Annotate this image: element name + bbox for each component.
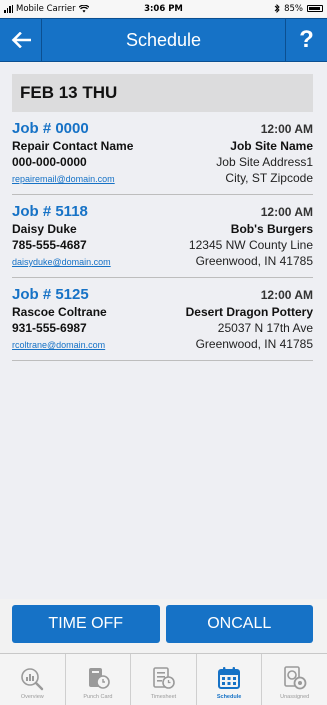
date-header: FEB 13 THU — [12, 74, 313, 112]
job-list-item[interactable]: Job # 0000 12:00 AM Repair Contact Name … — [12, 112, 313, 195]
contact-name: Repair Contact Name — [12, 139, 134, 153]
tab-punch-card[interactable]: Punch Card — [66, 654, 132, 705]
job-number[interactable]: Job # 5125 — [12, 286, 89, 303]
job-time: 12:00 AM — [260, 288, 313, 302]
calendar-icon — [218, 667, 241, 689]
contact-phone[interactable]: 931-555-6987 — [12, 321, 87, 335]
job-site-city: City, ST Zipcode — [225, 171, 313, 185]
job-site-city: Greenwood, IN 41785 — [195, 254, 313, 268]
job-time: 12:00 AM — [260, 122, 313, 136]
status-time: 3:06 PM — [144, 3, 183, 14]
contact-email-link[interactable]: rcoltrane@domain.com — [12, 340, 105, 350]
signal-icon — [4, 4, 13, 13]
battery-icon — [307, 5, 323, 12]
schedule-content: FEB 13 THU Job # 0000 12:00 AM Repair Co… — [0, 63, 327, 599]
carrier-label: Mobile Carrier — [16, 3, 76, 14]
app-header: Schedule ? — [0, 18, 327, 62]
job-site-address: 25037 N 17th Ave — [217, 321, 313, 335]
contact-phone[interactable]: 000-000-0000 — [12, 155, 87, 169]
tab-label: Unassigned — [280, 694, 310, 700]
tab-label: Schedule — [216, 694, 242, 700]
punch-card-icon — [88, 668, 110, 689]
job-list-item[interactable]: Job # 5118 12:00 AM Daisy Duke Bob's Bur… — [12, 195, 313, 278]
unassigned-gears-icon — [283, 666, 307, 690]
back-button[interactable] — [0, 19, 42, 61]
tab-label: Punch Card — [83, 694, 113, 700]
job-number[interactable]: Job # 0000 — [12, 120, 89, 137]
job-number[interactable]: Job # 5118 — [12, 203, 88, 220]
contact-phone[interactable]: 785-555-4687 — [12, 238, 87, 252]
time-off-button[interactable]: TIME OFF — [12, 605, 160, 643]
oncall-button[interactable]: ONCALL — [165, 605, 313, 643]
page-title: Schedule — [125, 29, 202, 50]
job-site-name: Job Site Name — [230, 139, 313, 153]
tab-timesheet[interactable]: Timesheet — [131, 654, 197, 705]
help-button[interactable]: ? — [285, 19, 327, 61]
job-site-city: Greenwood, IN 41785 — [195, 337, 313, 351]
job-site-address: Job Site Address1 — [216, 155, 313, 169]
contact-name: Daisy Duke — [12, 222, 77, 236]
job-list-item[interactable]: Job # 5125 12:00 AM Rascoe Coltrane Dese… — [12, 278, 313, 361]
bluetooth-icon — [274, 4, 280, 13]
job-site-name: Bob's Burgers — [230, 222, 313, 236]
tab-label: Timesheet — [150, 694, 177, 700]
job-time: 12:00 AM — [260, 205, 313, 219]
battery-percent: 85% — [284, 3, 303, 14]
contact-email-link[interactable]: repairemail@domain.com — [12, 174, 115, 184]
tab-label: Overview — [20, 694, 44, 700]
job-site-address: 12345 NW County Line — [188, 238, 313, 252]
contact-name: Rascoe Coltrane — [12, 305, 107, 319]
tab-overview[interactable]: Overview — [0, 654, 66, 705]
status-bar: Mobile Carrier 3:06 PM 85% — [0, 0, 327, 17]
tab-schedule[interactable]: Schedule — [197, 654, 263, 705]
tab-unassigned[interactable]: Unassigned — [262, 654, 327, 705]
action-buttons: TIME OFF ONCALL — [12, 605, 313, 643]
bottom-tab-bar: Overview Punch Card Timesheet Schedule U… — [0, 653, 327, 705]
job-site-name: Desert Dragon Pottery — [185, 305, 313, 319]
contact-email-link[interactable]: daisyduke@domain.com — [12, 257, 111, 267]
overview-chart-icon — [21, 668, 44, 691]
wifi-icon — [78, 4, 89, 12]
arrow-left-icon — [11, 32, 31, 48]
timesheet-icon — [153, 667, 176, 689]
